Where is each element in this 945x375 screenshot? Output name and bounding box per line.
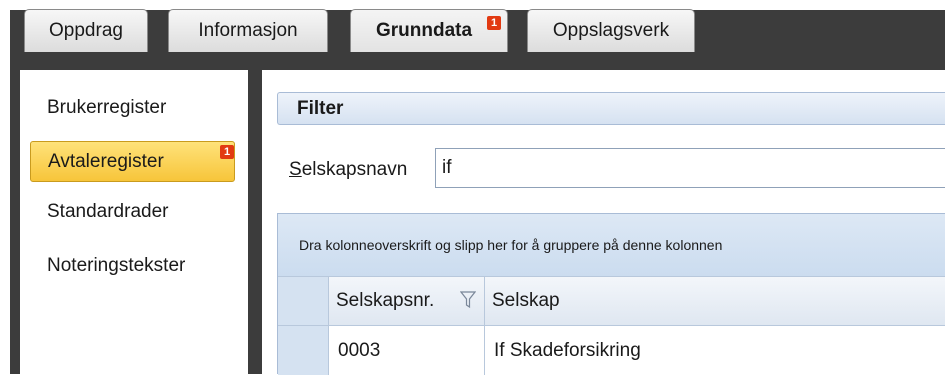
row-selector[interactable]	[278, 326, 329, 375]
column-header-row: Selskapsnr. Selskap	[278, 276, 945, 326]
tab-label: Informasjon	[198, 20, 298, 41]
sidebar-item-label: Standardrader	[47, 201, 169, 222]
cell-value: If Skadeforsikring	[494, 339, 641, 361]
tab-oppslagsverk[interactable]: Oppslagsverk	[527, 9, 695, 52]
tab-oppdrag[interactable]: Oppdrag	[24, 9, 148, 52]
funnel-icon[interactable]	[460, 291, 476, 309]
sidebar-item-label: Brukerregister	[47, 97, 167, 118]
application-window: Oppdrag Informasjon Grunndata 1 Oppslags…	[0, 0, 945, 375]
sidebar-item-noteringstekster[interactable]: Noteringstekster	[30, 248, 235, 284]
column-header-selskap[interactable]: Selskap	[485, 277, 945, 325]
tab-grunndata[interactable]: Grunndata 1	[350, 9, 508, 52]
table-row[interactable]: 0003 If Skadeforsikring	[278, 326, 945, 375]
column-header-label: Selskapsnr.	[336, 290, 435, 311]
tab-label: Oppslagsverk	[552, 20, 670, 41]
cell-value: 0003	[338, 339, 381, 361]
sidebar-item-standardrader[interactable]: Standardrader	[30, 194, 235, 230]
filter-section-header[interactable]: Filter	[277, 92, 945, 125]
company-name-input[interactable]	[435, 148, 945, 188]
notification-badge: 1	[220, 145, 234, 159]
cell-selskap[interactable]: If Skadeforsikring	[485, 326, 945, 375]
cell-selskapsnr[interactable]: 0003	[329, 326, 485, 375]
notification-badge: 1	[487, 16, 501, 30]
column-header-label: Selskap	[492, 290, 560, 311]
tab-label: Oppdrag	[49, 20, 123, 41]
sidebar-item-avtaleregister[interactable]: Avtaleregister 1	[30, 141, 235, 182]
tab-informasjon[interactable]: Informasjon	[168, 9, 328, 52]
main-panel: Filter Selskapsnavn Dra kolonneoverskrif…	[262, 70, 945, 375]
filter-title: Filter	[297, 97, 344, 119]
panel-divider	[248, 62, 262, 374]
sidebar-item-label: Noteringstekster	[47, 255, 186, 276]
column-header-selskapsnr[interactable]: Selskapsnr.	[329, 277, 485, 325]
label-text: elskapsnavn	[301, 159, 408, 180]
sidebar-item-label: Avtaleregister	[48, 150, 164, 172]
tab-label: Grunndata	[375, 20, 473, 41]
results-grid: Dra kolonneoverskrift og slipp her for å…	[277, 213, 945, 375]
access-key: S	[289, 159, 302, 180]
group-hint-text: Dra kolonneoverskrift og slipp her for å…	[299, 237, 723, 253]
group-by-panel[interactable]: Dra kolonneoverskrift og slipp her for å…	[278, 214, 945, 276]
sidebar: Brukerregister Avtaleregister 1 Standard…	[20, 70, 248, 374]
header-row-selector[interactable]	[278, 277, 329, 325]
sidebar-item-brukerregister[interactable]: Brukerregister	[30, 90, 235, 126]
company-name-label: Selskapsnavn	[289, 159, 407, 181]
